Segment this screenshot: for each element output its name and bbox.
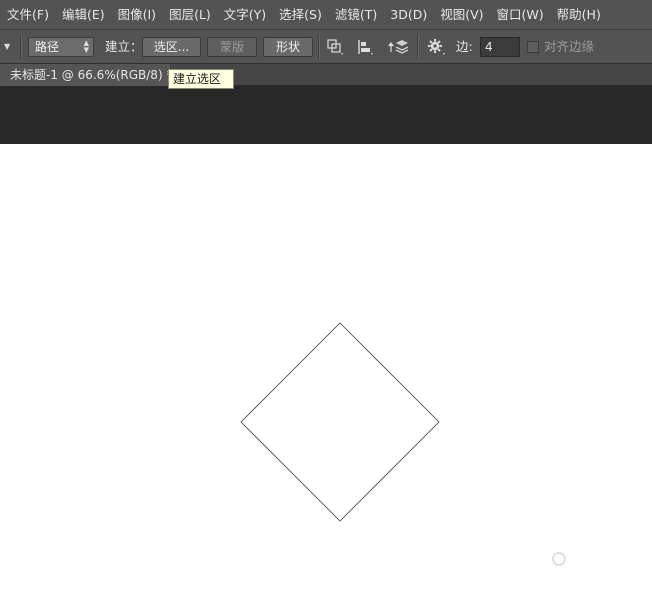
menu-file[interactable]: 文件(F)	[0, 0, 55, 30]
align-edges-checkbox[interactable]	[527, 41, 539, 53]
divider	[20, 35, 22, 59]
tool-mode-select[interactable]: 路径 ▲ ▼	[28, 37, 94, 57]
options-bar: ▼ 路径 ▲ ▼ 建立： 选区... 蒙版 形状 边: 4 对齐边缘	[0, 30, 652, 64]
make-mask-button[interactable]: 蒙版	[207, 37, 257, 57]
watermark-logo	[552, 550, 632, 570]
path-alignment-icon[interactable]	[356, 38, 376, 56]
pasteboard	[0, 86, 652, 144]
gear-icon[interactable]	[426, 38, 446, 56]
document-tab-bar: 未标题-1 @ 66.6%(RGB/8) *	[0, 64, 652, 86]
menu-bar: 文件(F) 编辑(E) 图像(I) 图层(L) 文字(Y) 选择(S) 滤镜(T…	[0, 0, 652, 30]
edge-count-input[interactable]: 4	[480, 37, 520, 57]
menu-type[interactable]: 文字(Y)	[217, 0, 272, 30]
menu-layer[interactable]: 图层(L)	[162, 0, 217, 30]
menu-select[interactable]: 选择(S)	[272, 0, 328, 30]
menu-help[interactable]: 帮助(H)	[550, 0, 607, 30]
diamond-path[interactable]	[0, 144, 652, 608]
align-edges-label: 对齐边缘	[544, 39, 595, 54]
menu-3d[interactable]: 3D(D)	[383, 0, 433, 30]
menu-edit[interactable]: 编辑(E)	[55, 0, 111, 30]
path-operations-icon[interactable]	[326, 38, 346, 56]
menu-filter[interactable]: 滤镜(T)	[328, 0, 383, 30]
tool-mode-value: 路径	[35, 40, 60, 54]
menu-image[interactable]: 图像(I)	[111, 0, 162, 30]
path-arrangement-icon[interactable]	[386, 38, 408, 56]
make-label: 建立：	[105, 39, 143, 54]
divider	[417, 35, 419, 59]
watermark-icon	[552, 552, 566, 566]
document-tab[interactable]: 未标题-1 @ 66.6%(RGB/8) *	[0, 64, 172, 86]
make-selection-button[interactable]: 选区...	[142, 37, 201, 57]
divider	[318, 35, 320, 59]
make-shape-button[interactable]: 形状	[263, 37, 313, 57]
canvas[interactable]	[0, 144, 652, 608]
make-selection-tooltip: 建立选区	[168, 69, 234, 89]
edge-label: 边:	[456, 39, 473, 54]
select-arrows-icon: ▲ ▼	[83, 39, 89, 54]
menu-view[interactable]: 视图(V)	[433, 0, 489, 30]
tool-preset-icon[interactable]: ▼	[4, 37, 16, 57]
menu-window[interactable]: 窗口(W)	[490, 0, 550, 30]
